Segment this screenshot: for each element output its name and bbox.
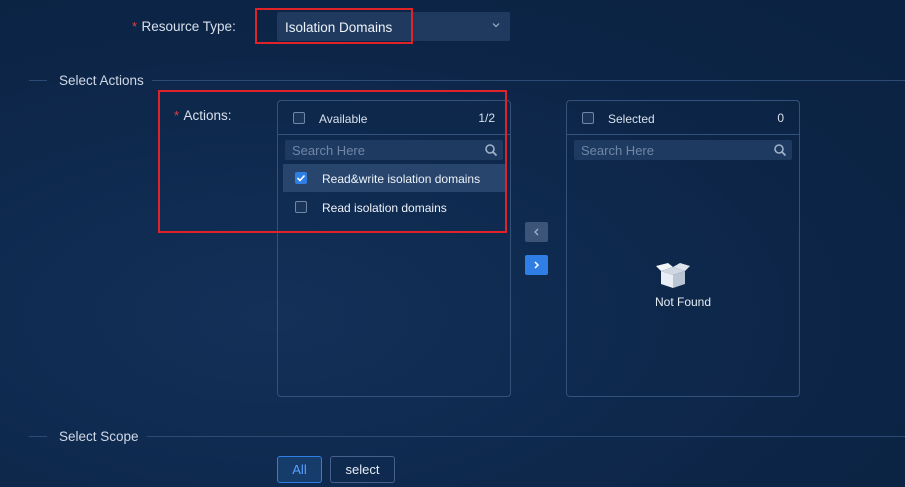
move-right-button[interactable] (525, 255, 548, 275)
section-divider-right (147, 436, 905, 437)
section-title-select-actions: Select Actions (59, 73, 144, 88)
selected-search-input[interactable] (574, 140, 792, 160)
section-divider-right (152, 80, 905, 81)
section-title-select-scope: Select Scope (59, 429, 139, 444)
selected-panel-header: Selected 0 (567, 101, 799, 135)
selected-select-all-checkbox[interactable] (582, 112, 594, 124)
move-left-button[interactable] (525, 222, 548, 242)
highlight-box-resource-type (255, 8, 413, 44)
resource-type-label: * Resource Type: (132, 18, 236, 36)
search-icon[interactable] (773, 143, 787, 157)
resource-type-text: Resource Type: (141, 19, 236, 34)
section-divider-left (29, 80, 47, 81)
chevron-right-icon (534, 261, 540, 269)
scope-select-button[interactable]: select (330, 456, 395, 483)
required-mark: * (132, 19, 138, 34)
empty-box-icon (656, 263, 690, 288)
selected-panel-title: Selected (608, 112, 655, 126)
highlight-box-actions (158, 90, 507, 233)
scope-all-button[interactable]: All (277, 456, 322, 483)
chevron-left-icon (534, 228, 539, 236)
chevron-down-icon (492, 23, 500, 28)
selected-panel: Selected 0 (566, 100, 800, 397)
selected-search (574, 140, 792, 160)
section-divider-left (29, 436, 47, 437)
selected-count: 0 (777, 111, 784, 125)
empty-state-text: Not Found (655, 295, 712, 309)
